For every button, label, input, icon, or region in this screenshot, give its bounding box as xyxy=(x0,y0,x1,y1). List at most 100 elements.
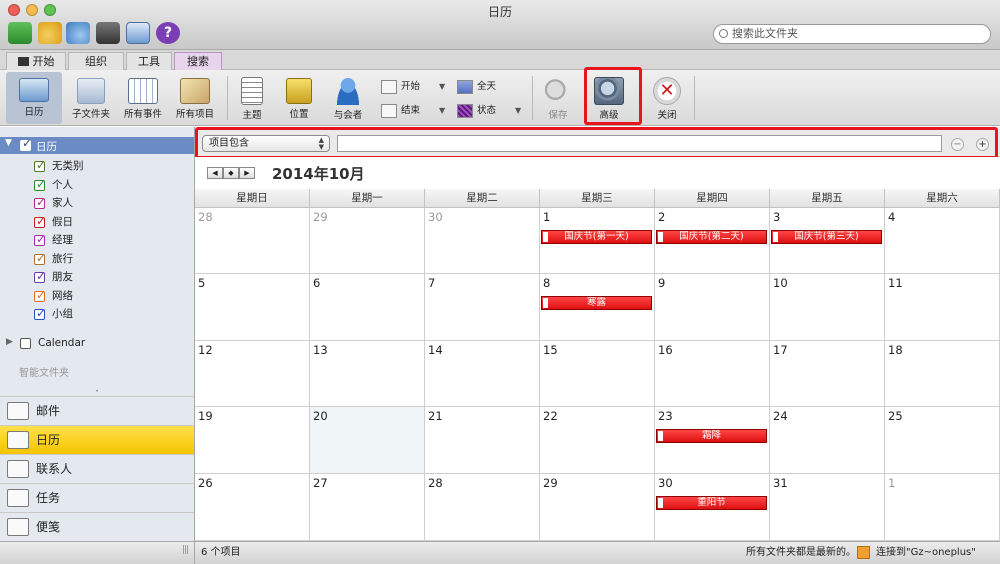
help-icon[interactable]: ? xyxy=(156,22,180,44)
calendar-group-header[interactable]: ▼ ✓ 日历 xyxy=(0,136,194,154)
day-cell[interactable]: 9 xyxy=(655,274,770,341)
event-bar[interactable]: 国庆节(第一天) xyxy=(541,230,652,244)
event-bar[interactable]: 重阳节 xyxy=(656,496,767,510)
day-cell[interactable]: 31 xyxy=(770,474,885,541)
day-cell[interactable]: 2 国庆节(第二天) xyxy=(655,208,770,274)
search-input[interactable]: 搜索此文件夹 xyxy=(713,24,991,44)
day-cell[interactable]: 15 xyxy=(540,341,655,407)
previous-month-button[interactable]: ◀ xyxy=(207,167,223,179)
tab-organize[interactable]: 组织 xyxy=(68,52,124,70)
day-cell[interactable]: 25 xyxy=(885,407,1000,474)
category-item[interactable]: ✓ 网络 xyxy=(22,288,192,305)
resize-grip-icon[interactable]: ||| xyxy=(182,545,189,555)
category-item[interactable]: ✓ 经理 xyxy=(22,232,192,249)
today-button[interactable]: ◆ xyxy=(223,167,239,179)
day-cell[interactable]: 4 xyxy=(885,208,1000,274)
sidebar-splitter[interactable]: • xyxy=(0,389,194,395)
day-cell[interactable]: 19 xyxy=(195,407,310,474)
calendar-group-checkbox[interactable]: ✓ xyxy=(20,136,32,151)
day-cell[interactable]: 1 国庆节(第一天) xyxy=(540,208,655,274)
day-cell[interactable]: 29 xyxy=(540,474,655,541)
tab-search[interactable]: 搜索 xyxy=(174,52,222,70)
category-checkbox[interactable]: ✓ xyxy=(34,177,46,191)
nav-item-tasks[interactable]: 任务 xyxy=(0,483,194,512)
day-cell[interactable]: 23 霜降 xyxy=(655,407,770,474)
day-cell[interactable]: 5 xyxy=(195,274,310,341)
day-cell[interactable]: 27 xyxy=(310,474,425,541)
scope-all-events-button[interactable]: 所有事件 xyxy=(118,74,168,120)
category-item[interactable]: ✓ 朋友 xyxy=(22,269,192,286)
day-cell[interactable]: 10 xyxy=(770,274,885,341)
day-cell[interactable]: 26 xyxy=(195,474,310,541)
category-checkbox[interactable]: ✓ xyxy=(34,269,46,283)
calendar-view-icon[interactable] xyxy=(126,22,150,44)
category-item[interactable]: ✓ 家人 xyxy=(22,195,192,212)
day-cell[interactable]: 18 xyxy=(885,341,1000,407)
category-checkbox[interactable]: ✓ xyxy=(34,214,46,228)
day-cell[interactable]: 29 xyxy=(310,208,425,274)
day-cell[interactable]: 16 xyxy=(655,341,770,407)
day-cell[interactable]: 20 xyxy=(310,407,425,474)
expand-icon[interactable]: ▶ xyxy=(6,337,13,347)
day-cell[interactable]: 30 重阳节 xyxy=(655,474,770,541)
next-month-button[interactable]: ▶ xyxy=(239,167,255,179)
category-item[interactable]: ✓ 无类别 xyxy=(22,158,192,175)
scope-subfolders-button[interactable]: 子文件夹 xyxy=(66,74,116,120)
scope-calendar-button[interactable]: 日历 xyxy=(6,72,62,124)
day-cell[interactable]: 6 xyxy=(310,274,425,341)
weekday-header: 星期三 xyxy=(540,189,655,208)
category-item[interactable]: ✓ 个人 xyxy=(22,177,192,194)
scope-all-items-button[interactable]: 所有项目 xyxy=(170,74,220,120)
calendar-row[interactable]: ▶ Calendar xyxy=(0,335,194,352)
day-cell[interactable]: 22 xyxy=(540,407,655,474)
save-search-button[interactable]: 保存 xyxy=(540,74,576,121)
day-cell[interactable]: 13 xyxy=(310,341,425,407)
day-cell[interactable]: 11 xyxy=(885,274,1000,341)
nav-item-contacts[interactable]: 联系人 xyxy=(0,454,194,483)
nav-item-notes[interactable]: 便笺 xyxy=(0,512,194,541)
category-item[interactable]: ✓ 假日 xyxy=(22,214,192,231)
status-button[interactable]: 状态 ▼ xyxy=(457,102,527,120)
close-search-button[interactable]: ✕ 关闭 xyxy=(650,74,684,121)
day-cell[interactable]: 28 xyxy=(195,208,310,274)
category-checkbox[interactable]: ✓ xyxy=(34,158,46,172)
tab-tools[interactable]: 工具 xyxy=(126,52,172,70)
category-checkbox[interactable]: ✓ xyxy=(34,288,46,302)
day-cell[interactable]: 14 xyxy=(425,341,540,407)
tab-start[interactable]: 开始 xyxy=(6,52,66,70)
category-checkbox[interactable]: ✓ xyxy=(34,306,46,320)
location-button[interactable]: 位置 xyxy=(282,74,316,120)
attendees-button[interactable]: 与会者 xyxy=(330,74,366,121)
category-checkbox[interactable]: ✓ xyxy=(34,232,46,246)
day-cell[interactable]: 24 xyxy=(770,407,885,474)
day-cell[interactable]: 12 xyxy=(195,341,310,407)
day-cell[interactable]: 28 xyxy=(425,474,540,541)
day-cell[interactable]: 21 xyxy=(425,407,540,474)
end-date-button[interactable]: 结束 ▼ xyxy=(381,102,449,120)
sync-icon[interactable] xyxy=(8,22,32,44)
subject-button[interactable]: 主题 xyxy=(236,74,268,121)
all-day-button[interactable]: 全天 xyxy=(457,78,527,96)
event-bar[interactable]: 国庆节(第二天) xyxy=(656,230,767,244)
day-cell[interactable]: 17 xyxy=(770,341,885,407)
day-cell[interactable]: 3 国庆节(第三天) xyxy=(770,208,885,274)
day-cell[interactable]: 1 xyxy=(885,474,1000,541)
event-bar[interactable]: 国庆节(第三天) xyxy=(771,230,882,244)
category-checkbox[interactable]: ✓ xyxy=(34,195,46,209)
category-item[interactable]: ✓ 旅行 xyxy=(22,251,192,268)
event-bar[interactable]: 寒露 xyxy=(541,296,652,310)
event-bar[interactable]: 霜降 xyxy=(656,429,767,443)
day-cell[interactable]: 30 xyxy=(425,208,540,274)
day-cell[interactable]: 7 xyxy=(425,274,540,341)
redo-icon[interactable] xyxy=(66,22,90,44)
day-cell[interactable]: 8 寒露 xyxy=(540,274,655,341)
category-item[interactable]: ✓ 小组 xyxy=(22,306,192,323)
undo-icon[interactable] xyxy=(38,22,62,44)
category-checkbox[interactable]: ✓ xyxy=(34,251,46,265)
nav-item-calendar[interactable]: 日历 xyxy=(0,425,194,454)
disclosure-icon[interactable]: ▼ xyxy=(5,138,12,148)
print-icon[interactable] xyxy=(96,22,120,44)
calendar-checkbox[interactable] xyxy=(20,338,31,349)
start-date-button[interactable]: 开始 ▼ xyxy=(381,78,449,96)
nav-item-mail[interactable]: 邮件 xyxy=(0,396,194,425)
